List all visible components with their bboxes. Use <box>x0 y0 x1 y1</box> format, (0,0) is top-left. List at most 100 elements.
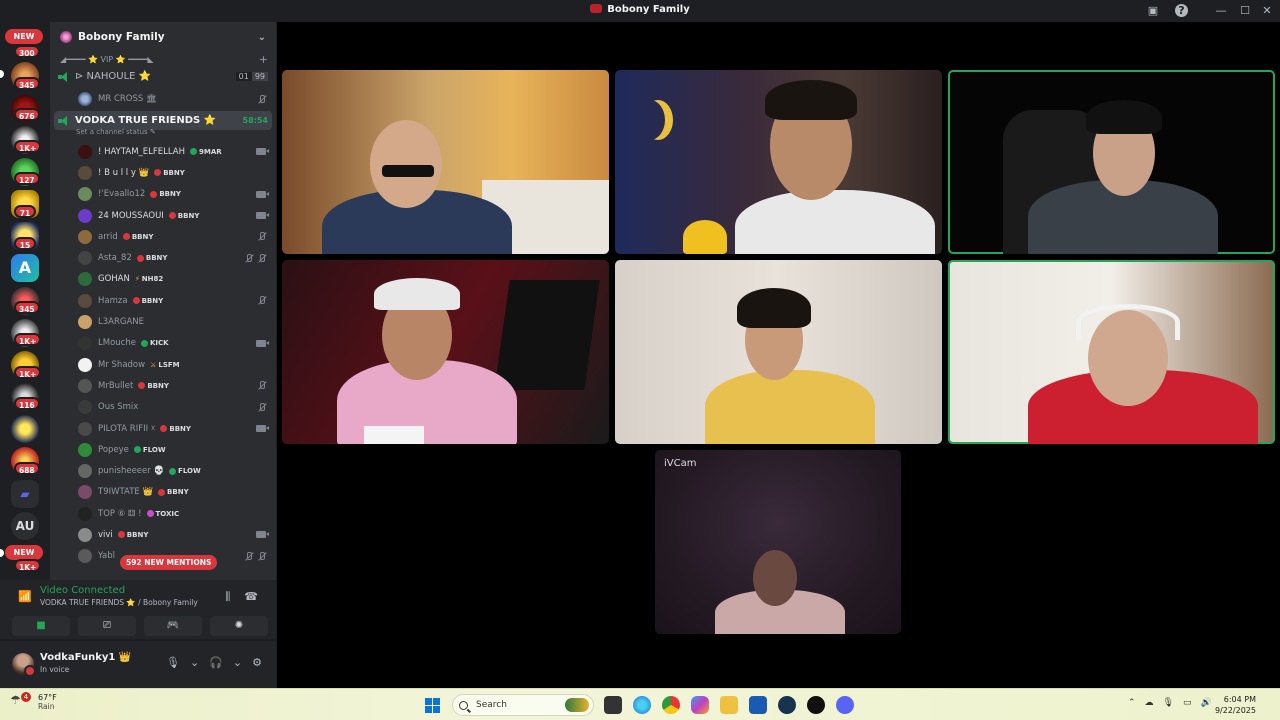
member-row[interactable]: Asta_82 BBNY <box>50 247 276 268</box>
taskbar-search[interactable]: Search <box>452 694 594 716</box>
avatar <box>78 144 92 159</box>
edge-icon[interactable] <box>633 696 651 714</box>
windows-start-icon[interactable] <box>425 698 440 713</box>
category-vip[interactable]: ◢━━━━ ⭐ VIP ⭐ ━━━━◣ + <box>50 52 276 66</box>
server-rail: NEW 300 345 676 1K+ 127 71 15 A 345 1K+ … <box>0 22 48 580</box>
channel-status-input[interactable]: Set a channel status ✎ <box>50 128 276 138</box>
avatar[interactable] <box>12 653 36 677</box>
close-icon[interactable]: ✕ <box>1259 3 1275 19</box>
tag-label: BBNY <box>126 530 149 539</box>
video-tile-ivcam[interactable]: iVCam <box>655 450 901 634</box>
member-row[interactable]: T9IWTATE 👑 BBNY <box>50 482 276 503</box>
member-row[interactable]: vivi BBNY <box>50 524 276 545</box>
noise-suppression-icon[interactable]: ⫼ <box>225 590 230 604</box>
server-header[interactable]: Bobony Family ⌄ <box>50 22 276 52</box>
chevron-down-icon[interactable]: ⌄ <box>233 656 242 669</box>
soundboard-button[interactable]: ✺ <box>210 616 268 636</box>
signal-icon[interactable]: 📶 <box>18 590 32 603</box>
add-channel-icon[interactable]: + <box>259 53 268 66</box>
folder-icon[interactable]: ▰ <box>11 480 39 508</box>
disconnect-icon[interactable]: ☎ <box>244 590 258 604</box>
voice-connection-panel: 📶 Video Connected VODKA TRUE FRIENDS ⭐ /… <box>0 580 276 640</box>
video-tile[interactable] <box>282 70 609 254</box>
server-icon-a[interactable]: A <box>11 254 39 282</box>
minimize-icon[interactable]: — <box>1213 3 1229 19</box>
screen-share-button[interactable]: ⎚ <box>78 616 136 636</box>
tag-icon <box>136 254 144 262</box>
member-row[interactable]: arrid BBNY <box>50 226 276 247</box>
headphones-icon[interactable]: 🎧 <box>209 656 223 669</box>
avatar <box>78 527 92 542</box>
member-row[interactable]: ! B u l l y 👑 BBNY <box>50 162 276 183</box>
video-tile[interactable] <box>948 70 1275 254</box>
member-tag: 9MAR <box>190 148 222 156</box>
server-icon-au[interactable]: AU <box>11 512 39 540</box>
store-icon[interactable] <box>749 696 767 714</box>
search-label: Search <box>476 700 507 710</box>
video-tile[interactable] <box>948 260 1275 444</box>
member-row[interactable]: GOHAN ⚡ NH82 <box>50 269 276 290</box>
server-badge: 127 <box>14 172 40 185</box>
member-row[interactable]: TOP ⑥ ⚅ ! TOXIC <box>50 503 276 524</box>
video-tile[interactable] <box>282 260 609 444</box>
user-name[interactable]: VodkaFunky1 👑 <box>40 652 131 663</box>
taskbar-clock[interactable]: 6:04 PM 9/22/2025 <box>1215 694 1256 716</box>
video-tile[interactable] <box>615 70 942 254</box>
camera-button[interactable]: ■ <box>12 616 70 636</box>
member-name: Hamza <box>98 295 128 306</box>
member-row[interactable]: ! HAYTAM_ELFELLAH 9MAR <box>50 141 276 162</box>
speaker-icon <box>58 115 70 126</box>
member-tag: BBNY <box>122 233 153 241</box>
new-mentions-pill[interactable]: 592 NEW MENTIONS <box>120 555 218 570</box>
obs-icon[interactable] <box>807 696 825 714</box>
member-tag: BBNY <box>138 382 169 390</box>
member-row[interactable]: LMouche KICK <box>50 333 276 354</box>
discord-icon[interactable] <box>836 696 854 714</box>
user-panel: VodkaFunky1 👑 In voice 🎙 ⌄ 🎧 ⌄ ⚙ <box>0 641 276 688</box>
voice-location[interactable]: VODKA TRUE FRIENDS ⭐ / Bobony Family <box>40 598 198 607</box>
video-tile[interactable] <box>615 260 942 444</box>
server-badge: 345 <box>14 301 40 314</box>
member-name: TOP ⑥ ⚅ ! <box>98 508 142 519</box>
member-row[interactable]: Popeye FLOW <box>50 439 276 460</box>
chevron-down-icon[interactable]: ⌄ <box>190 656 199 669</box>
file-explorer-icon[interactable] <box>720 696 738 714</box>
member-row[interactable]: !'Evaallo12 BBNY <box>50 184 276 205</box>
chrome-icon[interactable] <box>662 696 680 714</box>
member-row[interactable]: 24 MOUSSAOUI BBNY <box>50 205 276 226</box>
member-tag: BBNY <box>154 169 185 177</box>
volume-icon[interactable]: 🔊 <box>1201 698 1212 708</box>
camera-icon <box>256 190 269 198</box>
voice-channel-nahoule[interactable]: ⊳ NAHOULE ⭐ 01 99 <box>50 66 276 87</box>
network-icon[interactable]: ☁ <box>1145 698 1154 708</box>
member-row[interactable]: Ous Smix <box>50 397 276 418</box>
member-row[interactable]: PILOTA RIFII ☓ BBNY <box>50 418 276 439</box>
gear-icon[interactable]: ⚙ <box>252 656 262 669</box>
task-view-icon[interactable] <box>604 696 622 714</box>
help-icon[interactable]: ? <box>1175 4 1188 17</box>
server-icon[interactable] <box>11 415 39 443</box>
weather-widget[interactable]: ☂ 4 67°F Rain <box>10 692 57 711</box>
maximize-icon[interactable]: ☐ <box>1237 3 1253 19</box>
member-row[interactable]: MrBullet BBNY <box>50 375 276 396</box>
member-row[interactable]: Mr Shadow ⚔ LSFM <box>50 354 276 375</box>
member-row[interactable]: Hamza BBNY <box>50 290 276 311</box>
person-hair <box>765 80 857 120</box>
mic-icon[interactable]: 🎙 <box>166 656 180 669</box>
member-row[interactable]: punisheeeer 💀 FLOW <box>50 460 276 481</box>
window-title-text: Bobony Family <box>607 4 690 15</box>
poster-background <box>494 280 600 390</box>
chevron-up-icon[interactable]: ⌃ <box>1128 698 1136 708</box>
display-icon[interactable]: ▭ <box>1183 698 1192 708</box>
member-mr-cross[interactable]: MR CROSS 🏛 <box>50 87 276 111</box>
person-hair <box>737 288 811 328</box>
activity-button[interactable]: 🎮 <box>144 616 202 636</box>
headset <box>1076 304 1180 340</box>
tag-label: BBNY <box>167 488 189 497</box>
inbox-icon[interactable]: ▣ <box>1145 3 1161 19</box>
microphone-icon[interactable]: 🎙 <box>1163 698 1174 708</box>
server-name: Bobony Family <box>78 31 165 43</box>
copilot-icon[interactable] <box>691 696 709 714</box>
steam-icon[interactable] <box>778 696 796 714</box>
member-row[interactable]: L3ARGANE <box>50 311 276 332</box>
